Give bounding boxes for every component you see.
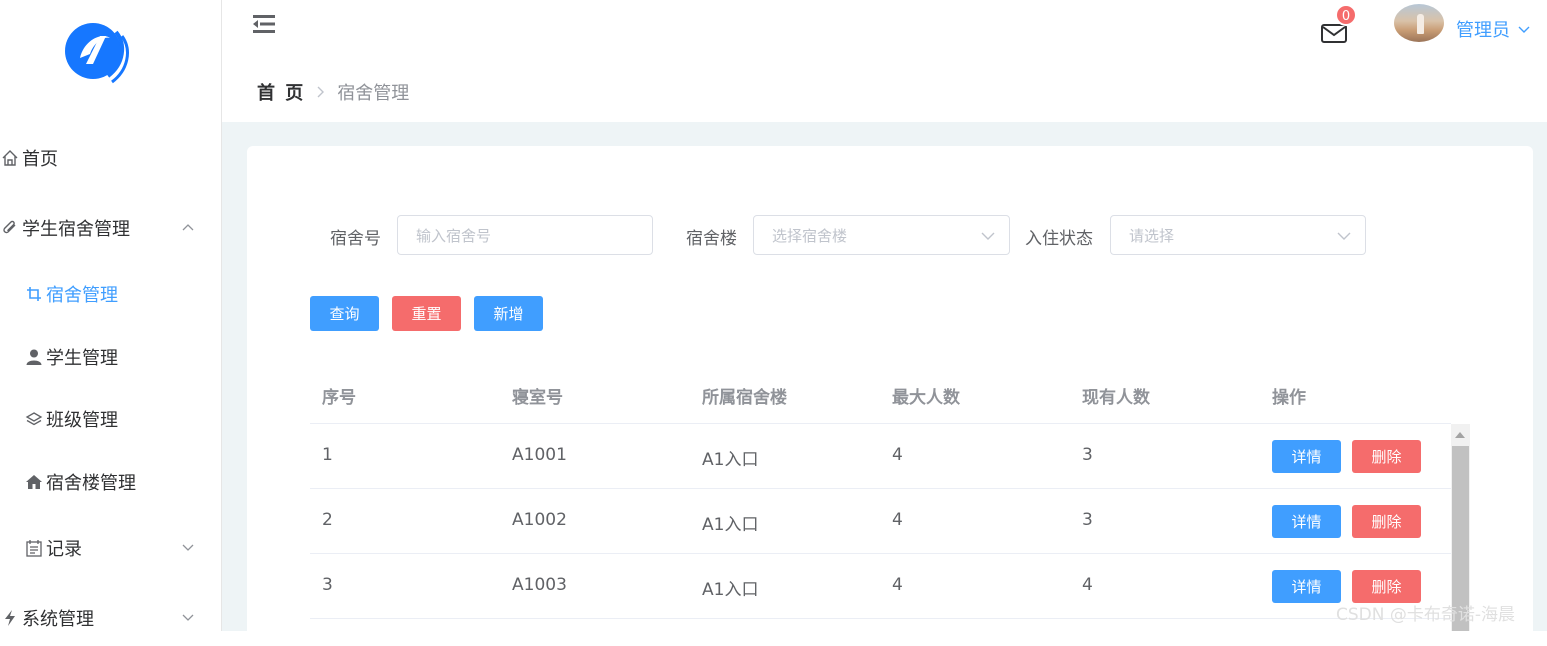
delete-button[interactable]: 删除 <box>1352 570 1421 603</box>
cell-index: 3 <box>322 575 333 595</box>
status-label: 入住状态 <box>1025 224 1093 249</box>
cell-current: 4 <box>1082 575 1093 595</box>
sidebar: 首页 学生宿舍管理 宿舍管理 学生管理 班级管理 宿舍楼管理 <box>0 0 222 631</box>
chevron-down-icon <box>981 230 995 242</box>
scroll-up-arrow-icon[interactable] <box>1455 432 1465 438</box>
status-placeholder: 请选择 <box>1129 225 1174 246</box>
chevron-right-icon <box>315 85 325 99</box>
chevron-down-icon <box>181 610 195 624</box>
menu-fold-icon[interactable] <box>251 13 277 35</box>
detail-button[interactable]: 详情 <box>1272 570 1341 603</box>
cell-max: 4 <box>892 575 903 595</box>
status-select[interactable]: 请选择 <box>1110 215 1366 255</box>
column-header-building: 所属宿舍楼 <box>702 383 787 408</box>
header: 0 管理员 首 页 宿舍管理 <box>222 0 1547 122</box>
column-header-room: 寝室号 <box>512 383 563 408</box>
column-header-current: 现有人数 <box>1082 383 1150 408</box>
cell-building: A1入口 <box>702 510 758 535</box>
table-row: 2 A1002 A1入口 4 3 详情 删除 <box>310 489 1451 554</box>
cell-max: 4 <box>892 510 903 530</box>
sidebar-item-student-dorm[interactable]: 学生宿舍管理 <box>0 208 221 248</box>
sidebar-item-label: 学生宿舍管理 <box>22 215 130 241</box>
home-icon <box>0 148 20 168</box>
sidebar-item-system-management[interactable]: 系统管理 <box>0 598 221 638</box>
building-placeholder: 选择宿舍楼 <box>772 225 847 246</box>
delete-button[interactable]: 删除 <box>1352 505 1421 538</box>
cell-building: A1入口 <box>702 445 758 470</box>
watermark: CSDN @卡布奇诺-海晨 <box>1336 600 1515 625</box>
building-select[interactable]: 选择宿舍楼 <box>753 215 1010 255</box>
sidebar-item-building-management[interactable]: 宿舍楼管理 <box>0 462 221 502</box>
table-row: 3 A1003 A1入口 4 4 详情 删除 <box>310 554 1451 619</box>
detail-button[interactable]: 详情 <box>1272 505 1341 538</box>
notification-badge: 0 <box>1335 4 1357 26</box>
cell-index: 2 <box>322 510 333 530</box>
breadcrumb-current: 宿舍管理 <box>337 79 409 105</box>
chevron-down-icon <box>181 540 195 554</box>
sidebar-item-home[interactable]: 首页 <box>0 138 221 178</box>
logo-icon <box>60 14 134 88</box>
breadcrumb-home[interactable]: 首 页 <box>257 79 305 105</box>
layers-icon <box>24 409 44 429</box>
sidebar-item-class-management[interactable]: 班级管理 <box>0 399 221 439</box>
cell-room: A1002 <box>512 510 567 530</box>
column-header-max: 最大人数 <box>892 383 960 408</box>
sidebar-item-label: 首页 <box>22 145 58 171</box>
room-number-placeholder: 输入宿舍号 <box>416 225 491 246</box>
sidebar-item-label: 记录 <box>46 535 82 561</box>
cell-index: 1 <box>322 445 333 465</box>
house-icon <box>24 472 44 492</box>
building-label: 宿舍楼 <box>686 224 737 249</box>
sidebar-item-label: 班级管理 <box>46 406 118 432</box>
cell-room: A1001 <box>512 445 567 465</box>
avatar[interactable] <box>1394 4 1444 42</box>
cell-max: 4 <box>892 445 903 465</box>
chevron-down-icon <box>1337 230 1351 242</box>
lightning-icon <box>0 608 20 628</box>
sidebar-item-student-management[interactable]: 学生管理 <box>0 337 221 377</box>
cell-current: 3 <box>1082 510 1093 530</box>
sidebar-item-label: 学生管理 <box>46 344 118 370</box>
paperclip-icon <box>0 218 20 238</box>
column-header-index: 序号 <box>322 383 356 408</box>
chevron-up-icon <box>181 220 195 234</box>
room-number-input[interactable]: 输入宿舍号 <box>397 215 653 255</box>
table-row: 1 A1001 A1入口 4 3 详情 删除 <box>310 424 1451 489</box>
column-header-actions: 操作 <box>1272 383 1306 408</box>
cell-current: 3 <box>1082 445 1093 465</box>
crop-icon <box>24 284 44 304</box>
calendar-icon <box>24 538 44 558</box>
add-button[interactable]: 新增 <box>474 296 543 331</box>
delete-button[interactable]: 删除 <box>1352 440 1421 473</box>
query-button[interactable]: 查询 <box>310 296 379 331</box>
sidebar-item-dorm-management[interactable]: 宿舍管理 <box>0 274 221 314</box>
breadcrumb: 首 页 宿舍管理 <box>257 79 409 105</box>
cell-room: A1003 <box>512 575 567 595</box>
chevron-down-icon[interactable] <box>1517 22 1531 36</box>
sidebar-item-label: 系统管理 <box>22 605 94 631</box>
user-name[interactable]: 管理员 <box>1456 16 1510 42</box>
room-number-label: 宿舍号 <box>330 224 381 249</box>
sidebar-item-label: 宿舍管理 <box>46 281 118 307</box>
sidebar-item-label: 宿舍楼管理 <box>46 469 136 495</box>
cell-building: A1入口 <box>702 575 758 600</box>
sidebar-item-records[interactable]: 记录 <box>0 528 221 568</box>
reset-button[interactable]: 重置 <box>392 296 461 331</box>
detail-button[interactable]: 详情 <box>1272 440 1341 473</box>
user-icon <box>24 347 44 367</box>
